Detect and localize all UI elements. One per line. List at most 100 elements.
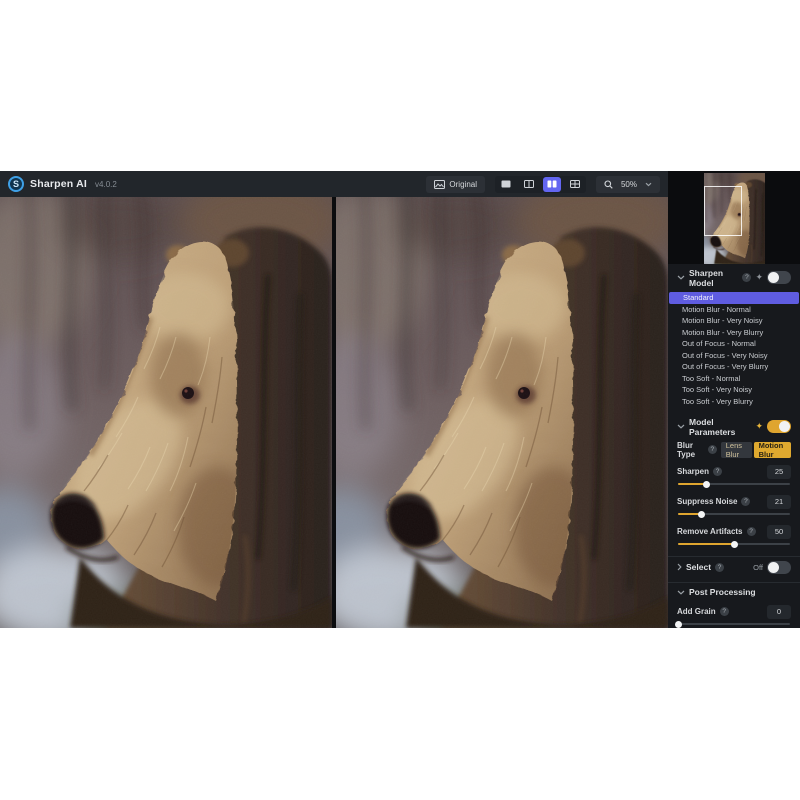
model-item-motion-blur-very-blurry[interactable]: Motion Blur - Very Blurry [668, 327, 800, 339]
model-item-too-soft-very-noisy[interactable]: Too Soft - Very Noisy [668, 384, 800, 396]
app-version: v4.0.2 [95, 180, 117, 189]
chevron-down-icon [677, 424, 685, 429]
zoom-level-value: 50% [621, 180, 637, 189]
app-logo-icon: S [8, 176, 24, 192]
select-state-label: Off [753, 563, 763, 572]
model-item-too-soft-very-blurry[interactable]: Too Soft - Very Blurry [668, 396, 800, 408]
select-toggle[interactable] [767, 561, 791, 574]
zoom-level-control[interactable]: 50% [596, 176, 660, 193]
model-item-out-of-focus-very-blurry[interactable]: Out of Focus - Very Blurry [668, 361, 800, 373]
grid-view-button[interactable] [566, 177, 584, 192]
post-processing-header[interactable]: Post Processing [668, 587, 800, 598]
show-original-button[interactable]: Original [426, 176, 485, 193]
model-item-out-of-focus-normal[interactable]: Out of Focus - Normal [668, 338, 800, 350]
help-icon[interactable]: ? [708, 445, 717, 454]
bear-photo-before [0, 197, 332, 628]
slider-knob[interactable] [698, 511, 705, 518]
toggle-knob [768, 562, 779, 573]
model-parameters-toggle[interactable] [767, 420, 791, 433]
chevron-right-icon [677, 563, 682, 571]
help-icon[interactable]: ? [747, 527, 756, 536]
chevron-down-icon [645, 182, 652, 187]
toolbar-controls: Original [426, 176, 660, 193]
split-view-icon [523, 179, 535, 189]
side-by-side-view-icon [546, 179, 558, 189]
bear-photo-after [336, 197, 668, 628]
remove-artifacts-label: Remove Artifacts [677, 527, 743, 536]
model-list: Standard Motion Blur - Normal Motion Blu… [668, 292, 800, 407]
sharpen-value[interactable]: 25 [767, 465, 791, 479]
sharpen-slider[interactable] [678, 483, 790, 485]
slider-fill [678, 483, 706, 485]
model-item-motion-blur-very-noisy[interactable]: Motion Blur - Very Noisy [668, 315, 800, 327]
chevron-down-icon [677, 275, 685, 280]
add-grain-label: Add Grain [677, 607, 716, 616]
help-icon[interactable]: ? [741, 497, 750, 506]
lens-blur-button[interactable]: Lens Blur [721, 442, 752, 458]
post-processing-title: Post Processing [689, 587, 756, 597]
select-header[interactable]: Select ? Off [668, 561, 800, 574]
model-parameters-title: Model Parameters [689, 417, 751, 437]
remove-artifacts-slider[interactable] [678, 543, 790, 545]
help-icon[interactable]: ? [713, 467, 722, 476]
blur-type-group: Lens Blur Motion Blur [721, 442, 791, 458]
sharpen-label: Sharpen [677, 467, 709, 476]
viewport-rectangle[interactable] [704, 186, 742, 236]
model-item-standard[interactable]: Standard [669, 292, 799, 304]
suppress-noise-value[interactable]: 21 [767, 495, 791, 509]
add-grain-parameter: Add Grain ? 0 [668, 604, 800, 628]
remove-artifacts-parameter: Remove Artifacts ? 50 [668, 524, 800, 548]
app-title: Sharpen AI [30, 178, 87, 190]
model-item-too-soft-normal[interactable]: Too Soft - Normal [668, 373, 800, 385]
slider-knob[interactable] [703, 481, 710, 488]
right-sidebar: Sharpen Model ? ✦ Standard Motion Blur -… [668, 171, 800, 628]
image-icon [434, 180, 445, 189]
auto-sparkle-icon: ✦ [755, 273, 763, 282]
slider-knob[interactable] [731, 541, 738, 548]
select-title: Select [686, 562, 711, 572]
add-grain-slider[interactable] [678, 623, 790, 625]
section-divider [668, 582, 800, 583]
model-item-motion-blur-normal[interactable]: Motion Blur - Normal [668, 304, 800, 316]
sharpen-ai-window: S Sharpen AI v4.0.2 Original [0, 171, 800, 628]
slider-fill [678, 543, 734, 545]
split-view-button[interactable] [520, 177, 538, 192]
magnifier-icon [604, 180, 613, 189]
app-brand: S Sharpen AI v4.0.2 [8, 176, 117, 192]
original-label: Original [449, 180, 477, 189]
view-mode-group [495, 176, 586, 193]
remove-artifacts-value[interactable]: 50 [767, 525, 791, 539]
add-grain-value[interactable]: 0 [767, 605, 791, 619]
slider-knob[interactable] [675, 621, 682, 628]
sharpen-model-header[interactable]: Sharpen Model ? ✦ [668, 270, 800, 285]
auto-model-toggle[interactable] [767, 271, 791, 284]
toggle-knob [768, 272, 779, 283]
chevron-down-icon [677, 590, 685, 595]
help-icon[interactable]: ? [742, 273, 751, 282]
single-view-button[interactable] [497, 177, 515, 192]
motion-blur-button[interactable]: Motion Blur [754, 442, 791, 458]
blur-type-row: Blur Type ? Lens Blur Motion Blur [668, 441, 800, 458]
sharpen-parameter: Sharpen ? 25 [668, 464, 800, 488]
top-toolbar: S Sharpen AI v4.0.2 Original [0, 171, 668, 197]
comparison-area [0, 197, 668, 628]
section-divider [668, 556, 800, 557]
navigator-thumbnail[interactable] [704, 173, 765, 264]
model-parameters-header[interactable]: Model Parameters ✦ [668, 419, 800, 434]
suppress-noise-parameter: Suppress Noise ? 21 [668, 494, 800, 518]
help-icon[interactable]: ? [720, 607, 729, 616]
toggle-knob [779, 421, 790, 432]
after-image-pane[interactable] [336, 197, 668, 628]
model-item-out-of-focus-very-noisy[interactable]: Out of Focus - Very Noisy [668, 350, 800, 362]
before-image-pane[interactable] [0, 197, 332, 628]
single-view-icon [500, 179, 512, 189]
help-icon[interactable]: ? [715, 563, 724, 572]
auto-sparkle-icon: ✦ [755, 422, 763, 431]
sharpen-model-title: Sharpen Model [689, 268, 738, 288]
blur-type-label: Blur Type [677, 441, 704, 459]
suppress-noise-label: Suppress Noise [677, 497, 737, 506]
suppress-noise-slider[interactable] [678, 513, 790, 515]
grid-view-icon [569, 179, 581, 189]
side-by-side-view-button[interactable] [543, 177, 561, 192]
navigator-panel [668, 171, 800, 264]
